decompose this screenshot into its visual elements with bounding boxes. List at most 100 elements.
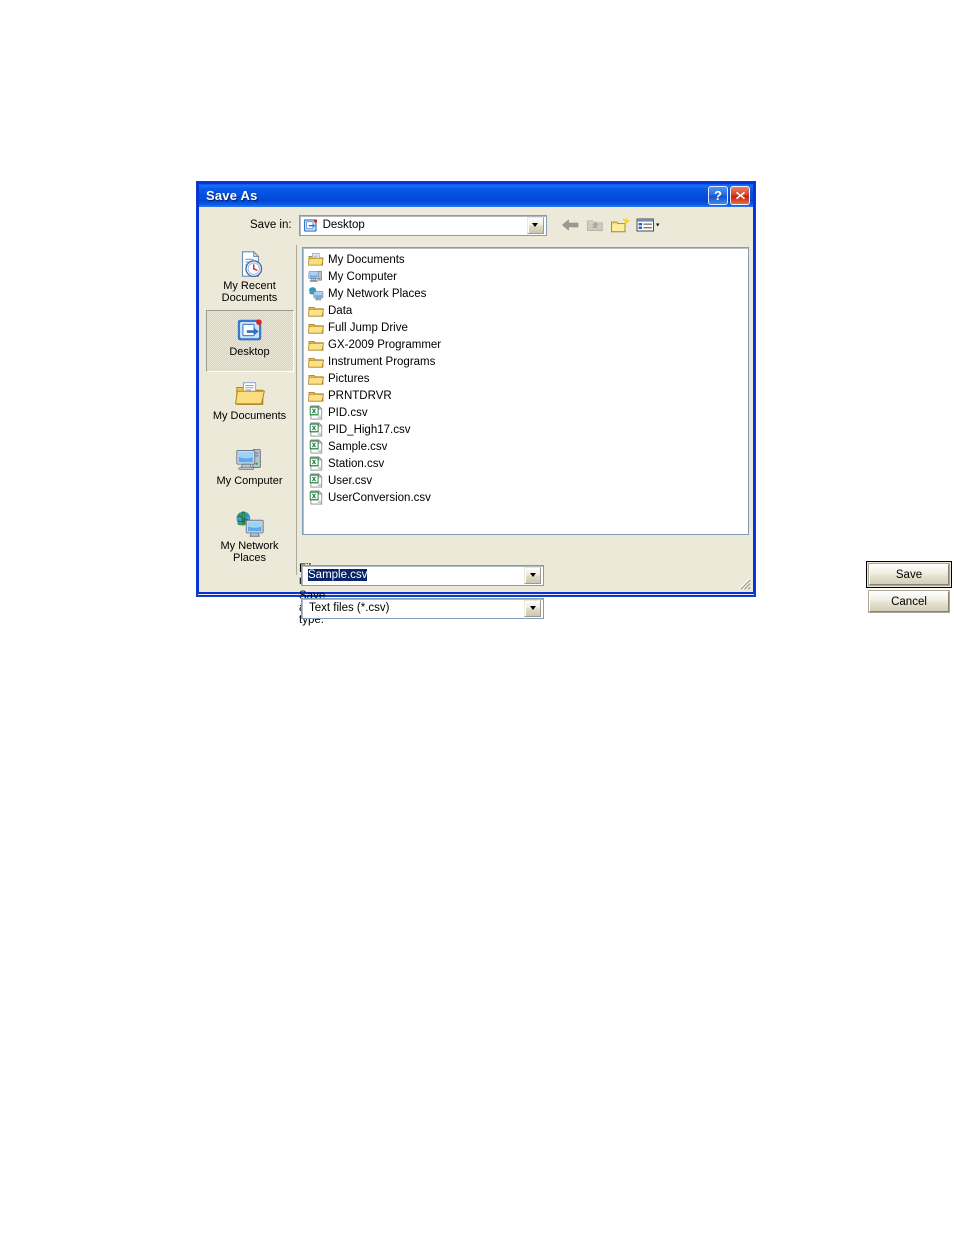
file-name: Station.csv — [328, 457, 385, 470]
place-icon-wrap — [234, 443, 266, 475]
place-desktop[interactable]: Desktop — [205, 310, 294, 372]
file-name-value: Sample.csv — [308, 569, 368, 581]
create-new-folder-button[interactable] — [609, 214, 632, 236]
list-item[interactable]: Sample.csv — [305, 438, 748, 455]
cancel-button-wrap: Cancel — [866, 588, 952, 615]
title-bar-buttons: ? — [708, 186, 750, 205]
recent-documents-icon — [241, 250, 262, 278]
file-icon-wrap — [307, 405, 325, 421]
list-item[interactable]: Instrument Programs — [305, 353, 748, 370]
place-label: My Recent Documents — [221, 280, 278, 304]
cancel-button[interactable]: Cancel — [869, 591, 949, 612]
save-in-dropdown[interactable]: Desktop — [298, 214, 547, 236]
file-name: GX-2009 Programmer — [328, 338, 442, 351]
file-name: My Network Places — [328, 287, 427, 300]
csv-file-icon — [309, 439, 323, 454]
list-item[interactable]: PID_High17.csv — [305, 421, 748, 438]
file-icon-wrap — [307, 388, 325, 404]
csv-file-icon — [309, 473, 323, 488]
file-name-row: File name: Sample.csv — [199, 563, 544, 587]
save-button-wrap: Save — [866, 561, 952, 588]
file-name: User.csv — [328, 474, 373, 487]
question-mark-icon: ? — [714, 188, 722, 203]
file-icon-wrap — [307, 320, 325, 336]
save-button[interactable]: Save — [869, 564, 949, 585]
save-in-label: Save in: — [250, 219, 292, 231]
file-icon-wrap — [307, 490, 325, 506]
file-icon-wrap — [307, 456, 325, 472]
file-name: My Computer — [328, 270, 398, 283]
up-one-level-button[interactable] — [584, 214, 607, 236]
list-item[interactable]: Pictures — [305, 370, 748, 387]
save-as-type-label: Save as type: — [299, 590, 326, 626]
file-name-label: File name: — [199, 563, 331, 587]
navigation-toolbar — [559, 214, 664, 236]
list-item[interactable]: My Computer — [305, 268, 748, 285]
file-name-dropdown-arrow[interactable] — [524, 566, 541, 584]
folder-icon — [308, 306, 324, 317]
folder-icon — [308, 391, 324, 402]
list-item[interactable]: My Network Places — [305, 285, 748, 302]
file-name: UserConversion.csv — [328, 491, 431, 504]
list-item[interactable]: Data — [305, 302, 748, 319]
place-my-computer[interactable]: My Computer — [206, 440, 294, 502]
list-item[interactable]: User.csv — [305, 472, 748, 489]
file-icon-wrap — [307, 371, 325, 387]
back-arrow-icon — [561, 219, 578, 231]
file-name: PRNTDRVR — [328, 389, 392, 402]
my-network-places-icon — [309, 287, 324, 301]
views-button[interactable] — [634, 214, 664, 236]
chevron-down-icon — [529, 573, 536, 577]
up-folder-icon — [587, 220, 603, 232]
desktop-icon — [237, 319, 262, 341]
file-list[interactable]: My Documents My Computer My Network Plac… — [302, 247, 749, 535]
places-bar: My Recent Documents Desktop My Documents… — [203, 245, 297, 575]
place-my-network-places[interactable]: My Network Places — [206, 505, 294, 567]
place-icon-wrap — [234, 508, 266, 540]
resize-grip[interactable] — [738, 577, 751, 590]
save-in-bar: Save in: Desktop — [199, 207, 753, 243]
my-computer-icon — [235, 449, 261, 470]
file-name: Sample.csv — [328, 440, 388, 453]
file-icon-wrap — [307, 473, 325, 489]
file-name: My Documents — [328, 253, 405, 266]
csv-file-icon — [309, 422, 323, 437]
list-item[interactable]: My Documents — [305, 251, 748, 268]
save-in-value: Desktop — [322, 219, 365, 231]
save-as-type-dropdown[interactable]: Text files (*.csv) — [301, 597, 544, 619]
list-item[interactable]: PRNTDRVR — [305, 387, 748, 404]
place-label: My Network Places — [220, 540, 279, 564]
back-button[interactable] — [559, 214, 582, 236]
file-icon-wrap — [307, 422, 325, 438]
file-name-input[interactable]: Sample.csv — [301, 564, 544, 586]
new-folder-icon — [611, 217, 630, 232]
save-as-type-dropdown-arrow[interactable] — [524, 599, 541, 617]
chevron-down-icon — [529, 606, 536, 610]
file-icon-wrap — [307, 303, 325, 319]
csv-file-icon — [309, 405, 323, 420]
help-button[interactable]: ? — [708, 186, 728, 205]
file-name: Data — [328, 304, 353, 317]
file-name: Pictures — [328, 372, 370, 385]
save-as-type-row: Save as type: Text files (*.csv) — [199, 590, 544, 626]
file-name: PID.csv — [328, 406, 368, 419]
list-item[interactable]: GX-2009 Programmer — [305, 336, 748, 353]
csv-file-icon — [309, 490, 323, 505]
save-as-type-value: Text files (*.csv) — [309, 602, 390, 614]
place-label: Desktop — [229, 346, 270, 358]
file-icon-wrap — [307, 269, 325, 285]
list-item[interactable]: Station.csv — [305, 455, 748, 472]
save-in-dropdown-arrow[interactable] — [526, 216, 544, 234]
file-name: Full Jump Drive — [328, 321, 408, 334]
title-bar[interactable]: Save As ? — [197, 182, 755, 207]
list-item[interactable]: Full Jump Drive — [305, 319, 748, 336]
close-button[interactable] — [730, 186, 750, 205]
save-as-dialog: Save As ? Save in: Desktop My Recent Doc… — [197, 182, 952, 626]
place-my-recent-documents[interactable]: My Recent Documents — [206, 245, 294, 307]
file-icon-wrap — [307, 337, 325, 353]
list-item[interactable]: PID.csv — [305, 404, 748, 421]
list-item[interactable]: UserConversion.csv — [305, 489, 748, 506]
save-in-value-area: Desktop — [300, 218, 527, 233]
file-name-value-area: Sample.csv — [302, 569, 524, 581]
place-my-documents[interactable]: My Documents — [206, 375, 294, 437]
